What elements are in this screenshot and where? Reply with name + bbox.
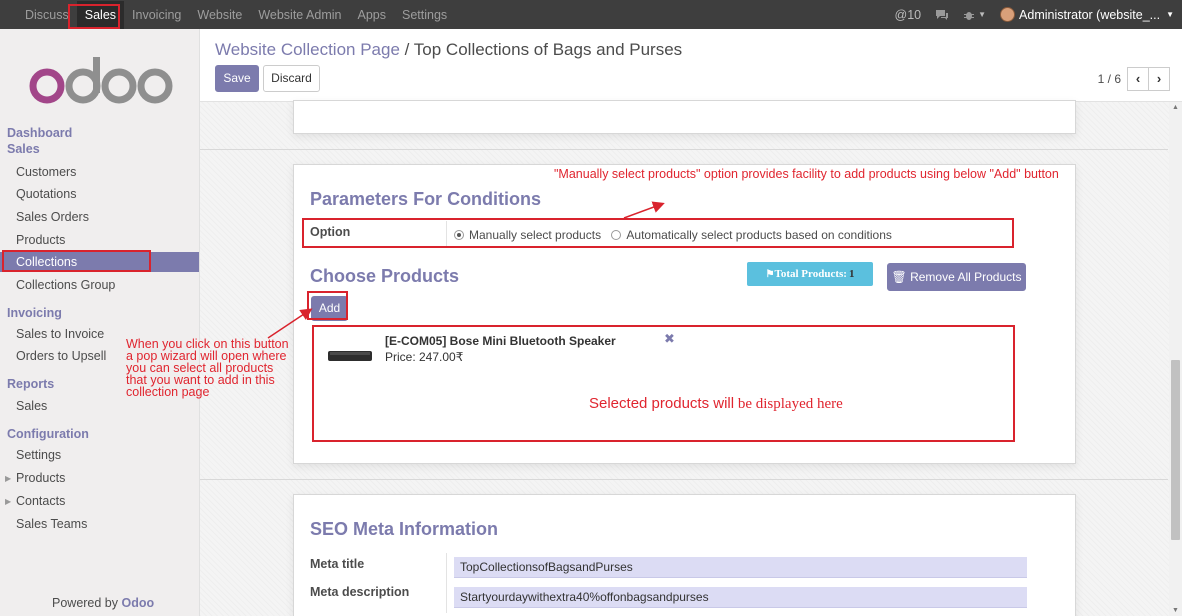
annotation-arrow-option [623,201,665,219]
annotation-arrow-add [267,308,313,339]
annotation-arrows [267,201,665,339]
